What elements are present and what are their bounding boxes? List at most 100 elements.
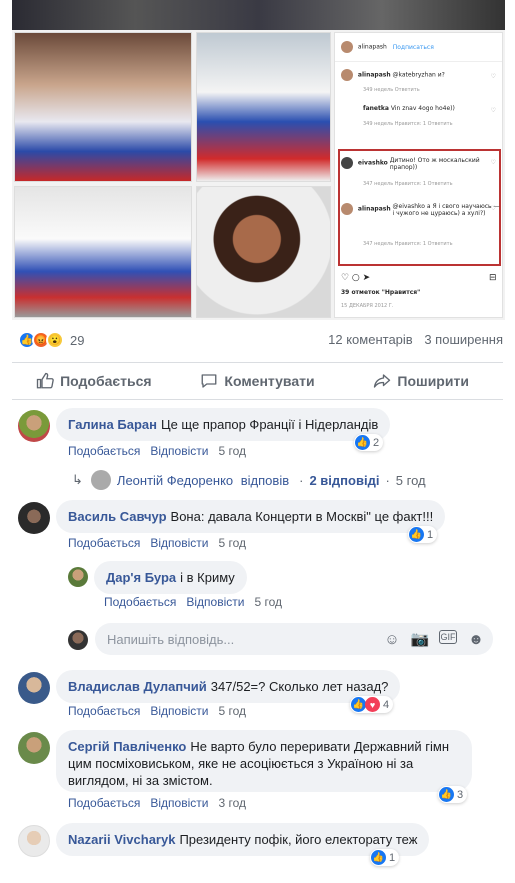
comment-icon [201, 374, 217, 388]
like-reaction-icon: 👍 [351, 697, 366, 712]
comment-reply-link[interactable]: Відповісти [150, 796, 208, 810]
comment-reactions[interactable]: 👍 2 [354, 434, 384, 451]
comment-label: Коментувати [224, 373, 315, 389]
comment-reply-link[interactable]: Відповісти [150, 444, 208, 458]
reactions-summary[interactable]: 👍 😡 😮 29 [18, 331, 84, 349]
ig-comment-meta: 349 недель Нравится: 1 Ответить [363, 121, 453, 127]
current-user-avatar [68, 630, 88, 650]
share-button[interactable]: Поширити [339, 363, 503, 399]
comment-reply-link[interactable]: Відповісти [150, 536, 208, 550]
comment-time[interactable]: 5 год [218, 444, 246, 458]
comment-like-link[interactable]: Подобається [68, 704, 140, 718]
comment-bubble: Дар'я Бура і в Криму [94, 561, 247, 594]
photo-1 [14, 32, 192, 182]
comment-like-link[interactable]: Подобається [68, 444, 140, 458]
comment-author[interactable]: Галина Баран [68, 417, 157, 432]
comment-like-link[interactable]: Подобається [68, 536, 140, 550]
comment-like-link[interactable]: Подобається [104, 595, 176, 609]
avatar[interactable] [18, 732, 50, 764]
heart-icon: ♡ [490, 159, 496, 166]
avatar[interactable] [18, 502, 50, 534]
comments-count-link[interactable]: 12 коментарів [328, 332, 413, 347]
comment-reply-link[interactable]: Відповісти [150, 704, 208, 718]
reply-author: Леонтій Федоренко [116, 472, 234, 488]
comment-author[interactable]: Василь Савчур [68, 509, 167, 524]
comment-reactions[interactable]: 👍 3 [438, 786, 468, 803]
ig-comment: alinapash @katebryzhan и? [341, 69, 445, 81]
emoji-icon[interactable]: ☺ [383, 630, 401, 648]
photo-4 [196, 186, 331, 318]
ig-comment-meta: 347 недель Нравится: 1 Ответить [363, 241, 453, 247]
comment-reactions[interactable]: 👍 1 [408, 526, 438, 543]
comment-meta: Подобається Відповісти 5 год [68, 704, 256, 718]
avatar[interactable] [18, 825, 50, 857]
avatar[interactable] [18, 410, 50, 442]
wow-reaction-icon: 😮 [46, 331, 64, 349]
reply-arrow-icon: ↳ [72, 472, 83, 487]
comment-author[interactable]: Nazarii Vivcharyk [68, 832, 175, 847]
comment-text: Президенту пофік, його електорату теж [179, 832, 418, 847]
comment-author[interactable]: Дар'я Бура [106, 570, 176, 585]
comment-button[interactable]: Коментувати [176, 363, 340, 399]
instagram-comments-screenshot: alinapash Подписаться alinapash @katebry… [334, 32, 503, 318]
like-reaction-icon: 👍 [371, 850, 386, 865]
comment-meta: Подобається Відповісти 5 год [68, 536, 256, 550]
ig-likes: 39 отметок "Нравится" [341, 289, 421, 296]
heart-icon: ♡ [490, 205, 496, 212]
photo-3 [14, 186, 192, 318]
like-button[interactable]: Подобається [12, 363, 176, 399]
avatar[interactable] [18, 672, 50, 704]
comment-reactions[interactable]: 👍 1 [370, 849, 400, 866]
comment-text: 347/52=? Сколько лет назад? [210, 679, 389, 694]
avatar[interactable] [68, 567, 88, 587]
replies-count: 2 відповіді [309, 472, 380, 488]
gif-icon[interactable]: GIF [439, 630, 457, 644]
view-replies-link[interactable]: ↳ Леонтій Федоренко відповів · 2 відпові… [72, 470, 426, 490]
heart-icon: ♡ [490, 107, 496, 114]
ig-comment-meta: 349 недель Ответить [363, 87, 420, 93]
heart-icon: ♡ [490, 73, 496, 80]
ig-divider [335, 61, 502, 62]
comment-time[interactable]: 5 год [218, 536, 246, 550]
thumbs-up-icon [36, 372, 54, 389]
comment-time[interactable]: 5 год [218, 704, 246, 718]
ig-action-icons: ♡ ○ ➤ ⊟ [341, 273, 497, 283]
comment-reactions[interactable]: 👍 ♥ 4 [350, 696, 394, 713]
reply-input[interactable]: Напишіть відповідь... ☺ 📷 GIF ☻ [95, 623, 493, 655]
shares-count-link[interactable]: 3 поширення [424, 332, 503, 347]
comment-meta: Подобається Відповісти 5 год [104, 595, 292, 609]
share-label: Поширити [397, 373, 469, 389]
post-image[interactable]: alinapash Подписаться alinapash @katebry… [12, 0, 505, 320]
photo-2 [196, 32, 331, 182]
ig-comment: alinapash @eivashko а Я і свого научаюсь… [341, 203, 503, 217]
ig-date: 15 ДЕКАБРЯ 2012 Г. [341, 303, 394, 309]
comment-reply-link[interactable]: Відповісти [186, 595, 244, 609]
ig-avatar [341, 157, 353, 169]
ig-follow: Подписаться [392, 43, 434, 51]
avatar [90, 470, 111, 490]
comment-bubble: Владислав Дулапчий 347/52=? Сколько лет н… [56, 670, 401, 703]
like-reaction-icon: 👍 [355, 435, 370, 450]
reply-time: 5 год [395, 472, 426, 488]
ig-comment: eivashko Дитино! Ото ж москальский прапо… [341, 157, 500, 171]
comment-text: Вона: давала Концерти в Москві" це факт!… [170, 509, 434, 524]
like-label: Подобається [60, 373, 152, 389]
image-top-strip [12, 0, 505, 30]
comment-time[interactable]: 5 год [254, 595, 282, 609]
like-reaction-icon: 👍 [409, 527, 424, 542]
comment-author[interactable]: Сергій Павліченко [68, 739, 186, 754]
comment-meta: Подобається Відповісти 3 год [68, 796, 256, 810]
sticker-icon[interactable]: ☻ [467, 630, 485, 648]
comment-like-link[interactable]: Подобається [68, 796, 140, 810]
comment-author[interactable]: Владислав Дулапчий [68, 679, 207, 694]
comment-meta: Подобається Відповісти 5 год [68, 444, 256, 458]
ig-comment-meta: 347 недель Нравится: 1 Ответить [363, 181, 453, 187]
heart-reaction-icon: ♥ [365, 697, 380, 712]
comment-time[interactable]: 3 год [218, 796, 246, 810]
ig-avatar [341, 69, 353, 81]
comment-bubble: Василь Савчур Вона: давала Концерти в Мос… [56, 500, 446, 533]
comment-text: Це ще прапор Франції і Нідерландів [160, 417, 379, 432]
comment-text: і в Криму [180, 570, 235, 585]
comment-bubble: Сергій Павліченко Не варто було перериват… [56, 730, 472, 792]
camera-icon[interactable]: 📷 [411, 630, 430, 648]
